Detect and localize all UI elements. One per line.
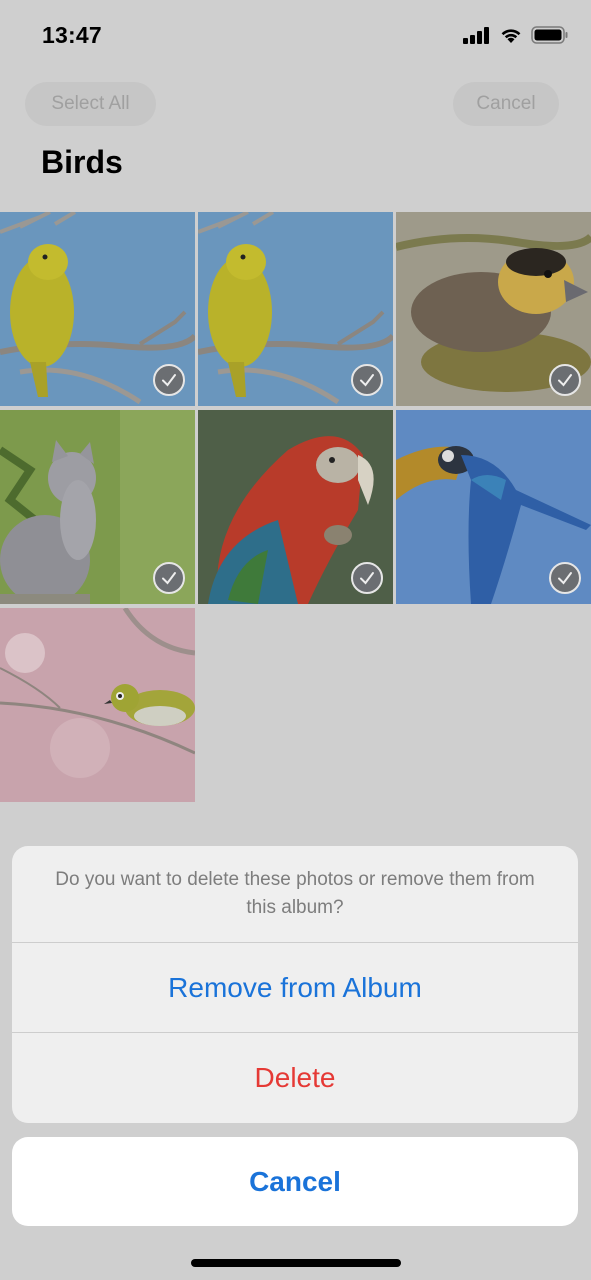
cellular-signal-icon bbox=[463, 26, 489, 44]
action-sheet: Do you want to delete these photos or re… bbox=[12, 846, 578, 1123]
photo-tile[interactable] bbox=[0, 212, 195, 406]
photo-tile[interactable] bbox=[396, 410, 591, 604]
status-time: 13:47 bbox=[42, 22, 102, 48]
selected-check-icon bbox=[351, 562, 383, 594]
remove-from-album-button[interactable]: Remove from Album bbox=[12, 943, 578, 1033]
photo-tile[interactable] bbox=[198, 410, 393, 604]
white-eye-photo bbox=[0, 608, 195, 802]
album-title: Birds bbox=[41, 144, 123, 180]
selected-check-icon bbox=[153, 562, 185, 594]
selected-check-icon bbox=[549, 364, 581, 396]
action-sheet-cancel-button[interactable]: Cancel bbox=[12, 1137, 578, 1226]
selected-check-icon bbox=[351, 364, 383, 396]
home-indicator[interactable] bbox=[191, 1259, 401, 1267]
photo-tile[interactable] bbox=[0, 608, 195, 802]
select-all-button[interactable]: Select All bbox=[25, 82, 156, 126]
status-bar: 13:47 bbox=[0, 0, 591, 70]
battery-icon bbox=[531, 26, 568, 44]
photo-tile[interactable] bbox=[0, 410, 195, 604]
selected-check-icon bbox=[153, 364, 185, 396]
delete-button[interactable]: Delete bbox=[12, 1033, 578, 1123]
photo-tile[interactable] bbox=[396, 212, 591, 406]
selected-check-icon bbox=[549, 562, 581, 594]
status-icons bbox=[463, 26, 569, 44]
photo-tile[interactable] bbox=[198, 212, 393, 406]
action-sheet-message: Do you want to delete these photos or re… bbox=[12, 846, 578, 943]
cancel-selection-button[interactable]: Cancel bbox=[453, 82, 559, 126]
photo-grid bbox=[0, 212, 591, 802]
wifi-icon bbox=[501, 29, 521, 43]
